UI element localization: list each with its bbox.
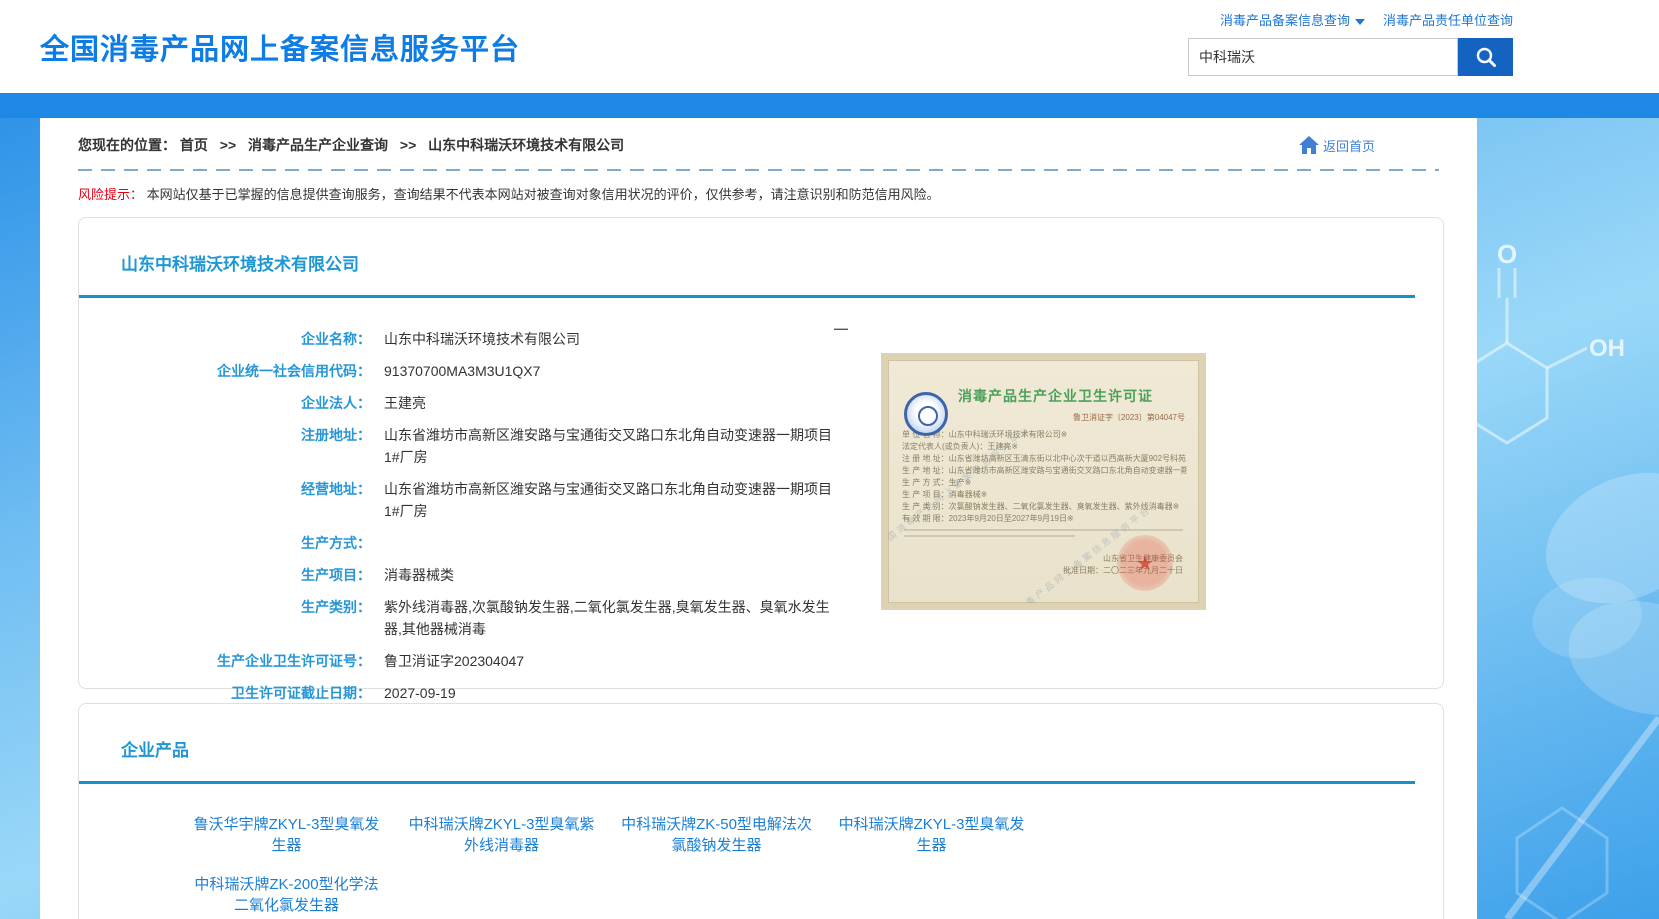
certificate-footnote-line	[904, 529, 1183, 531]
field-row-company-name: 企业名称： 山东中科瑞沃环境技术有限公司	[79, 328, 1443, 350]
risk-notice: 风险提示： 本网站仅基于已掌握的信息提供查询服务，查询结果不代表本网站对被查询对…	[40, 171, 1477, 203]
breadcrumb: 您现在的位置： 首页 >> 消毒产品生产企业查询 >> 山东中科瑞沃环境技术有限…	[78, 135, 624, 155]
field-value: 山东省潍坊市高新区潍安路与宝通街交叉路口东北角自动变速器一期项目1#厂房	[384, 478, 844, 522]
product-link[interactable]: 中科瑞沃牌ZKYL-3型臭氧紫外线消毒器	[394, 814, 609, 856]
field-label: 生产项目：	[79, 564, 371, 586]
certificate-line: 注 册 地 址：山东省潍坊高新区玉清东街以北中心次干道以西高新大厦902号科苑	[902, 453, 1187, 465]
field-value: 消毒器械类	[384, 564, 454, 586]
nav-link-responsible-unit-query[interactable]: 消毒产品责任单位查询	[1383, 10, 1513, 29]
red-seal-icon: ★	[1117, 535, 1173, 591]
breadcrumb-row: 您现在的位置： 首页 >> 消毒产品生产企业查询 >> 山东中科瑞沃环境技术有限…	[40, 118, 1477, 155]
header-accent-bar	[0, 93, 1659, 118]
field-label: 企业名称：	[79, 328, 371, 350]
field-value: 2027-09-19	[384, 682, 456, 704]
field-value: 91370700MA3M3U1QX7	[384, 360, 540, 382]
home-icon	[1298, 135, 1320, 155]
company-info-card: 山东中科瑞沃环境技术有限公司 企业名称： 山东中科瑞沃环境技术有限公司 企业统一…	[78, 217, 1444, 689]
products-grid: 鲁沃华宇牌ZKYL-3型臭氧发生器 中科瑞沃牌ZKYL-3型臭氧紫外线消毒器 中…	[79, 784, 1443, 916]
certificate-emblem-icon	[904, 392, 948, 436]
company-products-card: 企业产品 鲁沃华宇牌ZKYL-3型臭氧发生器 中科瑞沃牌ZKYL-3型臭氧紫外线…	[78, 703, 1444, 919]
field-label: 注册地址：	[79, 424, 371, 468]
certificate-line: 法定代表人(或负责人)：王建亮※	[902, 441, 1187, 453]
risk-notice-text: 本网站仅基于已掌握的信息提供查询服务，查询结果不代表本网站对被查询对象信用状况的…	[147, 187, 940, 202]
field-label: 生产企业卫生许可证号：	[79, 650, 371, 672]
hygiene-license-certificate-image: 全国消毒产品网上备案信息服务平台 全国消毒产品网上备案信息服务平台 消毒产品生产…	[881, 353, 1206, 610]
product-link[interactable]: 中科瑞沃牌ZK-50型电解法次氯酸钠发生器	[609, 814, 824, 856]
field-row-license-number: 生产企业卫生许可证号： 鲁卫消证字202304047	[79, 650, 1443, 672]
field-value: 山东省潍坊市高新区潍安路与宝通街交叉路口东北角自动变速器一期项目1#厂房	[384, 424, 844, 468]
breadcrumb-separator: >>	[400, 137, 416, 153]
certificate-line: 生 产 地 址：山东省潍坊市高新区潍安路与宝通街交叉路口东北角自动变速器一期项目	[902, 465, 1187, 477]
background-molecule-art: O OH	[1477, 118, 1659, 919]
search-button[interactable]	[1458, 38, 1513, 76]
page-background: O OH 您现在的位置： 首页 >> 消毒产品生产企业查询 >> 山东中科瑞沃环…	[0, 118, 1659, 919]
field-value: 山东中科瑞沃环境技术有限公司	[384, 328, 580, 350]
field-label: 生产方式：	[79, 532, 371, 554]
svg-text:OH: OH	[1589, 335, 1625, 362]
products-card-title: 企业产品	[79, 704, 1443, 781]
field-label: 生产类别：	[79, 596, 371, 640]
main-content: 您现在的位置： 首页 >> 消毒产品生产企业查询 >> 山东中科瑞沃环境技术有限…	[40, 118, 1477, 919]
field-label: 经营地址：	[79, 478, 371, 522]
company-fields: 企业名称： 山东中科瑞沃环境技术有限公司 企业统一社会信用代码： 9137070…	[79, 298, 1443, 704]
field-row-credit-code: 企业统一社会信用代码： 91370700MA3M3U1QX7	[79, 360, 1443, 382]
field-row-license-expiry: 卫生许可证截止日期： 2027-09-19	[79, 682, 1443, 704]
field-value: 王建亮	[384, 392, 426, 414]
back-home-label: 返回首页	[1323, 136, 1375, 155]
risk-notice-label: 风险提示：	[78, 187, 143, 202]
certificate-line: 单 位 名 称：山东中科瑞沃环境技术有限公司※	[902, 429, 1187, 441]
field-row-registered-address: 注册地址： 山东省潍坊市高新区潍安路与宝通街交叉路口东北角自动变速器一期项目1#…	[79, 424, 1443, 468]
field-row-legal-person: 企业法人： 王建亮	[79, 392, 1443, 414]
company-card-title: 山东中科瑞沃环境技术有限公司	[79, 218, 1443, 295]
field-row-production-category: 生产类别： 紫外线消毒器,次氯酸钠发生器,二氧化氯发生器,臭氧发生器、臭氧水发生…	[79, 596, 1443, 640]
breadcrumb-link-home[interactable]: 首页	[180, 137, 208, 153]
certificate-footnote-line	[904, 535, 1075, 537]
back-home-link[interactable]: 返回首页	[1298, 135, 1375, 155]
field-label: 企业法人：	[79, 392, 371, 414]
seal-star: ★	[1136, 551, 1154, 576]
search-box	[1113, 38, 1513, 76]
field-value: 紫外线消毒器,次氯酸钠发生器,二氧化氯发生器,臭氧发生器、臭氧水发生器,其他器械…	[384, 596, 844, 640]
nav-link-record-info-query[interactable]: 消毒产品备案信息查询	[1220, 10, 1365, 29]
product-link[interactable]: 中科瑞沃牌ZK-200型化学法二氧化氯发生器	[179, 874, 394, 916]
product-link[interactable]: 鲁沃华宇牌ZKYL-3型臭氧发生器	[179, 814, 394, 856]
search-input[interactable]	[1188, 38, 1458, 76]
field-row-production-project: 生产项目： 消毒器械类	[79, 564, 1443, 586]
breadcrumb-link-enterprise-query[interactable]: 消毒产品生产企业查询	[248, 137, 388, 153]
field-label: 卫生许可证截止日期：	[79, 682, 371, 704]
nav-link-record-info-query-label: 消毒产品备案信息查询	[1220, 13, 1350, 28]
field-label: 企业统一社会信用代码：	[79, 360, 371, 382]
breadcrumb-separator: >>	[220, 137, 236, 153]
page-title: 全国消毒产品网上备案信息服务平台	[40, 26, 520, 68]
field-row-production-method: 生产方式：	[79, 532, 1443, 554]
nav-link-responsible-unit-query-label: 消毒产品责任单位查询	[1383, 13, 1513, 28]
svg-text:O: O	[1497, 239, 1517, 269]
product-link[interactable]: 中科瑞沃牌ZKYL-3型臭氧发生器	[824, 814, 1039, 856]
image-placeholder-dash: —	[834, 320, 848, 336]
app-header: 全国消毒产品网上备案信息服务平台 消毒产品备案信息查询 消毒产品责任单位查询	[0, 0, 1659, 93]
header-nav: 消毒产品备案信息查询 消毒产品责任单位查询	[1113, 10, 1513, 29]
field-value: 鲁卫消证字202304047	[384, 650, 524, 672]
search-icon	[1474, 45, 1498, 69]
breadcrumb-prefix: 您现在的位置：	[78, 137, 176, 153]
header-tools: 消毒产品备案信息查询 消毒产品责任单位查询	[1113, 10, 1513, 76]
field-row-business-address: 经营地址： 山东省潍坊市高新区潍安路与宝通街交叉路口东北角自动变速器一期项目1#…	[79, 478, 1443, 522]
breadcrumb-current: 山东中科瑞沃环境技术有限公司	[428, 137, 624, 153]
chevron-down-icon	[1355, 19, 1365, 25]
